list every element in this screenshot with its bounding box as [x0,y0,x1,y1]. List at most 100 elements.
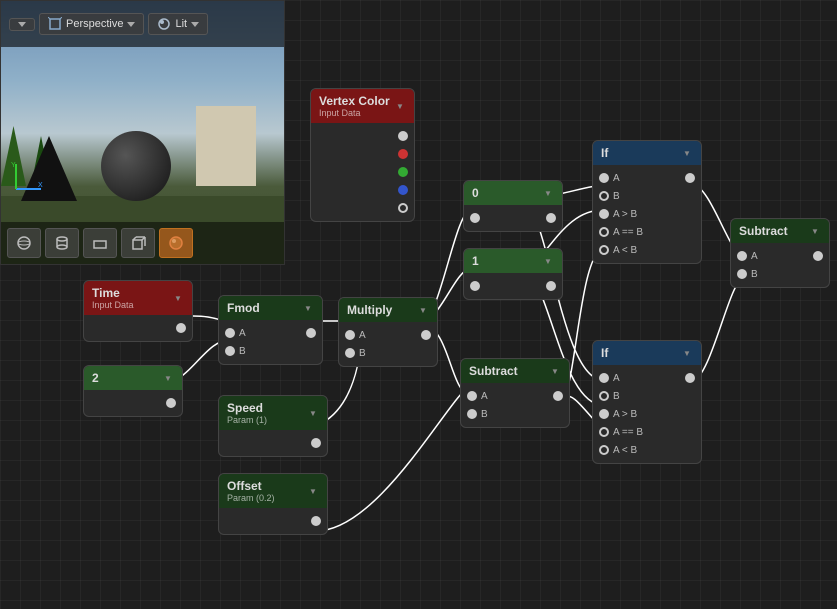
pin-subtract-r-b-in [737,269,747,279]
pin-out-blue [398,185,408,195]
node-if-top-dropdown[interactable]: ▼ [681,147,693,159]
node-speed-dropdown[interactable]: ▼ [307,407,319,419]
cylinder-icon-btn[interactable] [45,228,79,258]
node-multiply-title: Multiply [347,303,392,317]
node-time-header: Time Input Data ▼ [84,281,192,315]
node-num2-body [84,390,182,416]
node-if-bottom-pin-b: B [593,387,701,405]
node-subtract-bottom-title: Subtract [469,364,518,378]
material-icon-btn[interactable] [159,228,193,258]
node-fmod-label-a: A [239,328,246,339]
node-num2-pin-out [84,394,182,412]
cube-icon-btn[interactable] [121,228,155,258]
node-subtract-bottom-body: A B [461,383,569,427]
node-one[interactable]: 1 ▼ [463,248,563,300]
lit-button[interactable]: Lit [148,13,208,35]
node-if-bottom-dropdown[interactable]: ▼ [681,347,693,359]
node-subtract-b-label-b: B [481,409,488,420]
node-subtract-right-dropdown[interactable]: ▼ [809,225,821,237]
pin-out-white [398,131,408,141]
node-if-bottom[interactable]: If ▼ A B A > B A == B A < B [592,340,702,464]
node-multiply-dropdown[interactable]: ▼ [417,304,429,316]
node-if-top[interactable]: If ▼ A B A > B A == B A < B [592,140,702,264]
node-if-bottom-body: A B A > B A == B A < B [593,365,701,463]
node-speed[interactable]: Speed Param (1) ▼ [218,395,328,457]
node-one-pin-in [464,277,562,295]
node-time-dropdown[interactable]: ▼ [172,292,184,304]
node-offset-dropdown[interactable]: ▼ [307,485,319,497]
pin-fmod-out [306,328,316,338]
pin-if-bottom-b-in [599,391,609,401]
node-if-top-label-agb: A > B [613,209,637,220]
node-subtract-r-label-b: B [751,269,758,280]
pin-speed-out [311,438,321,448]
node-subtract-r-pin-b: B [731,265,829,283]
node-zero-dropdown[interactable]: ▼ [542,187,554,199]
viewport-dropdown-button[interactable] [9,18,35,31]
node-zero-header: 0 ▼ [464,181,562,205]
node-fmod[interactable]: Fmod ▼ A B [218,295,323,365]
lit-dropdown-icon [191,22,199,27]
node-if-bottom-label-agb: A > B [613,409,637,420]
node-speed-title: Speed [227,401,267,415]
node-fmod-header: Fmod ▼ [219,296,322,320]
node-if-bottom-pin-agb: A > B [593,405,701,423]
node-num2-dropdown[interactable]: ▼ [162,372,174,384]
node-vertex-color-subtitle: Input Data [319,108,390,118]
node-subtract-right-title: Subtract [739,224,788,238]
pin-out-alpha [398,203,408,213]
plane-icon-btn[interactable] [83,228,117,258]
node-vertex-color-dropdown[interactable]: ▼ [394,100,406,112]
node-subtract-bottom[interactable]: Subtract ▼ A B [460,358,570,428]
pin-fmod-b-in [225,346,235,356]
node-if-top-label-a: A [613,173,620,184]
node-subtract-bottom-header: Subtract ▼ [461,359,569,383]
node-subtract-bottom-dropdown[interactable]: ▼ [549,365,561,377]
viewport-bottom-bar[interactable] [1,222,285,264]
pin-if-top-aeb-in [599,227,609,237]
pin-if-top-out [685,173,695,183]
perspective-button[interactable]: Perspective [39,13,144,35]
node-zero-body [464,205,562,231]
node-multiply-body: A B [339,322,437,366]
node-vertex-color[interactable]: Vertex Color Input Data ▼ [310,88,415,222]
node-fmod-dropdown[interactable]: ▼ [302,302,314,314]
viewport-panel[interactable]: X Y Perspective Lit [0,0,285,265]
node-if-bottom-label-aeb: A == B [613,427,643,438]
node-subtract-b-pin-a: A [461,387,569,405]
pin-multiply-a-in [345,330,355,340]
node-if-top-label-aeb: A == B [613,227,643,238]
viewport-toolbar[interactable]: Perspective Lit [1,1,285,47]
pin-one-out [546,281,556,291]
node-subtract-b-label-a: A [481,391,488,402]
node-fmod-pin-a: A [219,324,322,342]
node-multiply[interactable]: Multiply ▼ A B [338,297,438,367]
svg-text:X: X [38,182,43,189]
node-subtract-right-body: A B [731,243,829,287]
viewport-sphere [101,131,171,201]
node-zero[interactable]: 0 ▼ [463,180,563,232]
node-one-title: 1 [472,254,479,268]
node-offset-title: Offset [227,479,275,493]
node-if-top-pin-agb: A > B [593,205,701,223]
node-subtract-right[interactable]: Subtract ▼ A B [730,218,830,288]
node-canvas[interactable]: X Y Perspective Lit [0,0,837,609]
node-if-top-pin-alb: A < B [593,241,701,259]
node-num2-header: 2 ▼ [84,366,182,390]
pin-fmod-a-in [225,328,235,338]
pin-subtract-b-out [553,391,563,401]
pin-zero-in [470,213,480,223]
node-one-dropdown[interactable]: ▼ [542,255,554,267]
node-speed-subtitle: Param (1) [227,415,267,425]
pin-num2-out [166,398,176,408]
sphere-icon-btn[interactable] [7,228,41,258]
node-offset[interactable]: Offset Param (0.2) ▼ [218,473,328,535]
pin-multiply-out [421,330,431,340]
node-if-bottom-pin-aeb: A == B [593,423,701,441]
pin-if-top-b-in [599,191,609,201]
node-num2[interactable]: 2 ▼ [83,365,183,417]
dropdown-icon [18,22,26,27]
node-if-bottom-label-a: A [613,373,620,384]
pin-offset-out [311,516,321,526]
node-time[interactable]: Time Input Data ▼ [83,280,193,342]
